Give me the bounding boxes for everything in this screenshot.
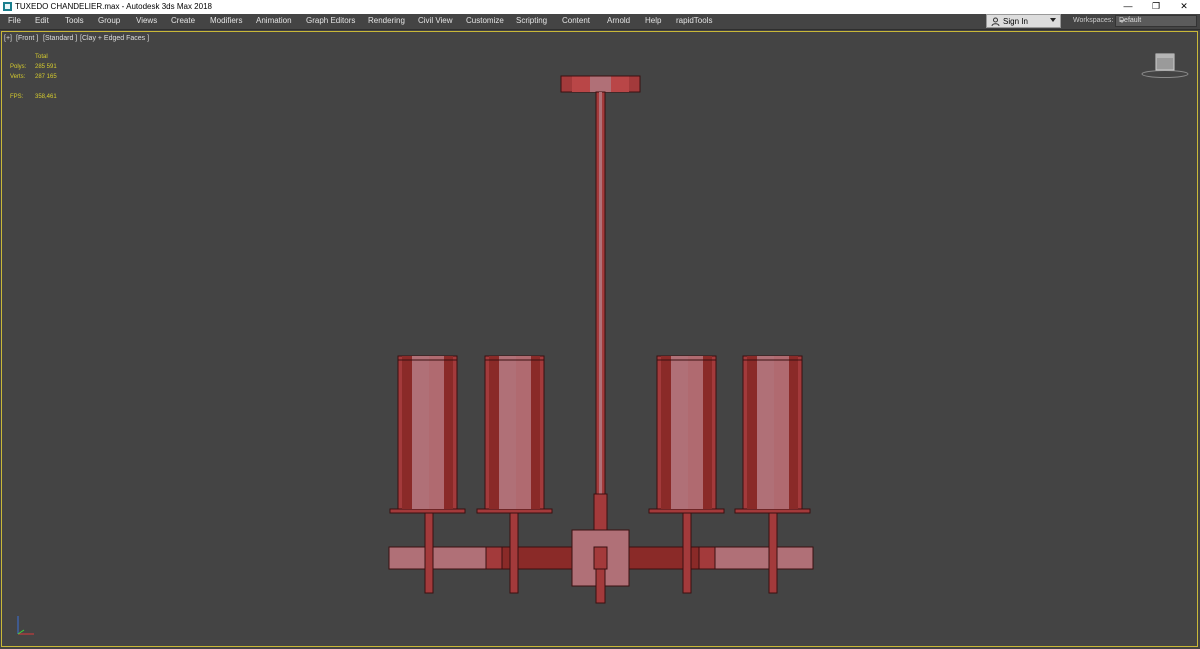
chandelier-model[interactable]	[0, 0, 1200, 649]
center-hub	[571, 529, 630, 604]
center-rod	[593, 91, 608, 603]
ceiling-canopy	[560, 75, 641, 93]
